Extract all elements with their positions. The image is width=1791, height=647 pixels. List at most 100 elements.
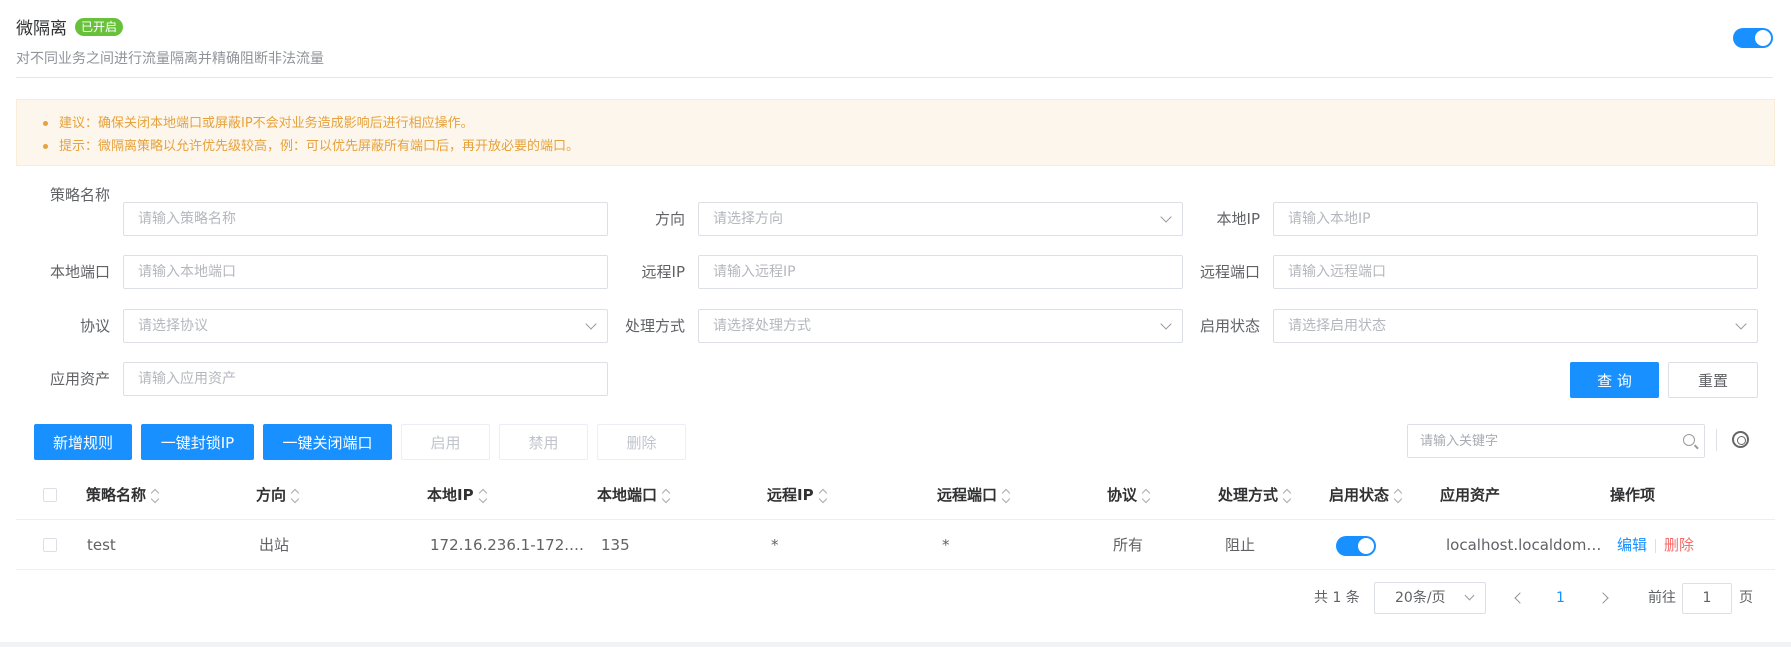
row-checkbox[interactable] (43, 538, 57, 552)
add-rule-button[interactable]: 新增规则 (34, 424, 132, 460)
keyword-search-input[interactable] (1408, 425, 1704, 457)
sort-icon[interactable] (819, 489, 827, 503)
toolbar-divider (1716, 429, 1717, 451)
local-ip-field[interactable] (1273, 202, 1758, 236)
bottom-divider (0, 642, 1791, 647)
next-page-icon[interactable] (1597, 592, 1609, 604)
cell-remote-port: * (942, 536, 950, 554)
direction-label: 方向 (654, 210, 685, 228)
chevron-down-icon (1464, 590, 1475, 601)
cell-policy-name: test (87, 536, 116, 554)
status-input[interactable] (1274, 310, 1757, 342)
column-label: 处理方式 (1218, 486, 1279, 504)
keyword-search[interactable] (1407, 424, 1705, 458)
col-direction[interactable]: 方向 (256, 470, 299, 520)
sort-icon[interactable] (291, 489, 299, 503)
sort-icon[interactable] (1394, 489, 1402, 503)
cell-direction: 出站 (259, 536, 290, 554)
policy-name-field[interactable] (123, 202, 608, 236)
goto-label: 前往 (1648, 590, 1676, 606)
cell-operations: 编辑 删除 (1617, 520, 1767, 570)
prev-page-icon[interactable] (1514, 592, 1526, 604)
page-size-select[interactable]: 20条/页 (1374, 582, 1486, 614)
notice-item: 建议：确保关闭本地端口或屏蔽IP不会对业务造成影响后进行相应操作。 (43, 112, 1748, 135)
cell-local-ip: 172.16.236.1-172.16.236.255 (430, 536, 588, 554)
remote-port-field[interactable] (1273, 255, 1758, 289)
column-label: 本地端口 (597, 486, 658, 504)
remote-port-input[interactable] (1274, 256, 1757, 288)
pagination-total: 共 1 条 (1314, 590, 1360, 606)
column-label: 策略名称 (86, 486, 147, 504)
remote-ip-input[interactable] (699, 256, 1182, 288)
col-local-ip[interactable]: 本地IP (427, 470, 487, 520)
local-ip-label: 本地IP (1216, 210, 1260, 228)
remote-ip-field[interactable] (698, 255, 1183, 289)
col-remote-port[interactable]: 远程端口 (937, 470, 1010, 520)
col-remote-ip[interactable]: 远程IP (767, 470, 827, 520)
goto-page-input[interactable]: 1 (1682, 583, 1732, 614)
sort-icon[interactable] (1283, 489, 1291, 503)
disable-button[interactable]: 禁用 (499, 424, 588, 460)
delete-link[interactable]: 删除 (1664, 536, 1694, 554)
column-label: 启用状态 (1329, 486, 1390, 504)
column-label: 远程端口 (937, 486, 998, 504)
rules-table: 策略名称 方向 本地IP 本地端口 远程IP 远程端口 协议 处理方式 启用状态… (16, 470, 1775, 570)
sort-icon[interactable] (479, 489, 487, 503)
asset-input[interactable] (124, 363, 607, 395)
col-policy-name[interactable]: 策略名称 (86, 470, 159, 520)
search-icon[interactable] (1683, 434, 1695, 446)
page-title: 微隔离 (16, 19, 67, 39)
direction-input[interactable] (699, 203, 1182, 235)
column-label: 方向 (256, 486, 287, 504)
status-label: 启用状态 (1199, 317, 1260, 335)
local-port-input[interactable] (124, 256, 607, 288)
row-enabled-toggle[interactable] (1336, 536, 1376, 556)
micro-isolation-toggle[interactable] (1733, 28, 1773, 48)
local-port-label: 本地端口 (49, 263, 110, 281)
column-settings-icon[interactable] (1732, 431, 1749, 448)
delete-button[interactable]: 删除 (597, 424, 686, 460)
link-separator (1655, 538, 1657, 553)
close-port-button[interactable]: 一键关闭端口 (263, 424, 392, 460)
cell-action: 阻止 (1225, 536, 1256, 554)
sort-icon[interactable] (1142, 489, 1150, 503)
cell-local-port: 135 (601, 536, 630, 554)
sort-icon[interactable] (1002, 489, 1010, 503)
column-label: 本地IP (427, 486, 474, 504)
action-input[interactable] (699, 310, 1182, 342)
remote-ip-label: 远程IP (641, 263, 685, 281)
local-port-field[interactable] (123, 255, 608, 289)
asset-label: 应用资产 (49, 370, 110, 388)
status-badge: 已开启 (75, 17, 124, 36)
action-select[interactable] (698, 309, 1183, 343)
page-subtitle: 对不同业务之间进行流量隔离并精确阻断非法流量 (16, 51, 324, 67)
col-asset: 应用资产 (1440, 486, 1501, 504)
column-label: 协议 (1107, 486, 1138, 504)
sort-icon[interactable] (662, 489, 670, 503)
block-ip-button[interactable]: 一键封锁IP (141, 424, 254, 460)
table-row: test 出站 172.16.236.1-172.16.236.255 135 … (16, 520, 1775, 570)
enable-button[interactable]: 启用 (401, 424, 490, 460)
local-ip-input[interactable] (1274, 203, 1757, 235)
sort-icon[interactable] (151, 489, 159, 503)
action-label: 处理方式 (624, 317, 685, 335)
direction-select[interactable] (698, 202, 1183, 236)
col-local-port[interactable]: 本地端口 (597, 470, 670, 520)
asset-field[interactable] (123, 362, 608, 396)
select-all-checkbox[interactable] (43, 488, 57, 502)
col-action[interactable]: 处理方式 (1218, 470, 1291, 520)
page-size-value: 20条/页 (1395, 590, 1446, 606)
status-select[interactable] (1273, 309, 1758, 343)
notice-item: 提示：微隔离策略以允许优先级较高，例：可以优先屏蔽所有端口后，再开放必要的端口。 (43, 135, 1748, 158)
protocol-input[interactable] (124, 310, 607, 342)
reset-button[interactable]: 重置 (1668, 362, 1758, 398)
col-status[interactable]: 启用状态 (1329, 470, 1402, 520)
current-page[interactable]: 1 (1556, 582, 1565, 614)
page-suffix: 页 (1739, 590, 1753, 606)
col-protocol[interactable]: 协议 (1107, 470, 1150, 520)
protocol-select[interactable] (123, 309, 608, 343)
column-label: 远程IP (767, 486, 814, 504)
edit-link[interactable]: 编辑 (1617, 536, 1647, 554)
policy-name-input[interactable] (124, 203, 607, 235)
query-button[interactable]: 查 询 (1570, 362, 1659, 398)
